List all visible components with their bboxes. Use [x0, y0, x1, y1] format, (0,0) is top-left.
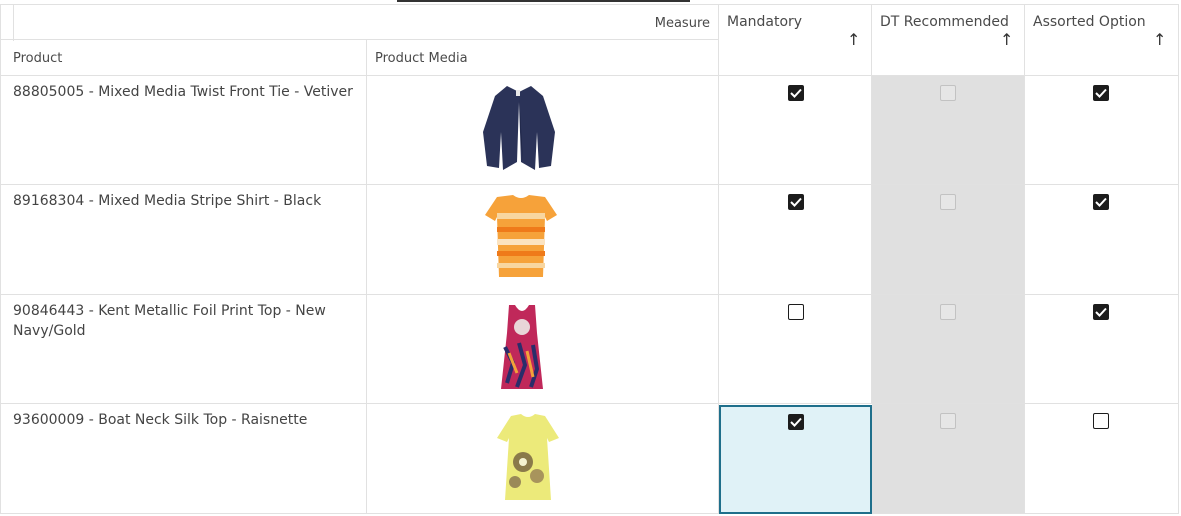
assorted-option-checkbox[interactable]	[1093, 85, 1109, 101]
assorted-option-checkbox[interactable]	[1093, 413, 1109, 429]
assorted-option-checkbox[interactable]	[1093, 304, 1109, 320]
dt-recommended-cell	[872, 76, 1025, 185]
media-column-header[interactable]: Product Media	[367, 40, 719, 76]
mandatory-column-header[interactable]: Mandatory ↑	[719, 4, 872, 76]
assorted-option-cell[interactable]	[1025, 185, 1179, 295]
dt-recommended-column-header[interactable]: DT Recommended ↑	[872, 4, 1025, 76]
mandatory-cell[interactable]	[719, 185, 872, 295]
product-media-cell	[367, 295, 719, 404]
product-cell: 89168304 - Mixed Media Stripe Shirt - Bl…	[0, 185, 367, 295]
arrow-up-icon[interactable]: ↑	[847, 30, 860, 49]
mandatory-cell[interactable]	[719, 76, 872, 185]
mandatory-cell[interactable]	[719, 295, 872, 404]
arrow-up-icon[interactable]: ↑	[1000, 30, 1013, 49]
mandatory-checkbox[interactable]	[788, 304, 804, 320]
scroll-indicator	[397, 0, 690, 2]
dt-recommended-cell	[872, 295, 1025, 404]
checkmark-icon	[790, 197, 802, 207]
media-column-label: Product Media	[375, 51, 468, 66]
assorted-option-cell[interactable]	[1025, 404, 1179, 514]
product-name: 89168304 - Mixed Media Stripe Shirt - Bl…	[13, 193, 322, 209]
checkmark-icon	[790, 417, 802, 427]
measure-header: Measure	[0, 4, 719, 41]
measure-label: Measure	[654, 16, 710, 31]
product-name: 93600009 - Boat Neck Silk Top - Raisnett…	[13, 412, 308, 428]
product-media-cell	[367, 404, 719, 514]
mandatory-column-label: Mandatory	[727, 14, 803, 30]
dt-recommended-column-label: DT Recommended	[880, 14, 1009, 30]
dt-recommended-cell	[872, 404, 1025, 514]
product-name: 90846443 - Kent Metallic Foil Print Top …	[13, 303, 326, 339]
mandatory-checkbox[interactable]	[788, 414, 804, 430]
assorted-option-cell[interactable]	[1025, 295, 1179, 404]
assorted-option-column-label: Assorted Option	[1033, 14, 1146, 30]
product-media-cell	[367, 76, 719, 185]
checkmark-icon	[1095, 88, 1107, 98]
patterned-tank-top-image	[501, 305, 543, 389]
product-cell: 90846443 - Kent Metallic Foil Print Top …	[0, 295, 367, 404]
assorted-option-checkbox[interactable]	[1093, 194, 1109, 210]
assorted-option-column-header[interactable]: Assorted Option ↑	[1025, 4, 1179, 76]
checkmark-icon	[1095, 307, 1107, 317]
mandatory-cell-selected[interactable]	[719, 405, 872, 514]
checkmark-icon	[790, 88, 802, 98]
assorted-option-cell[interactable]	[1025, 76, 1179, 185]
product-column-label: Product	[13, 51, 63, 66]
orange-striped-shirt-image	[485, 195, 557, 277]
navy-cardigan-image	[483, 86, 555, 170]
corner-divider	[13, 5, 14, 41]
arrow-up-icon[interactable]: ↑	[1153, 30, 1166, 49]
checkmark-icon	[1095, 197, 1107, 207]
mandatory-checkbox[interactable]	[788, 85, 804, 101]
product-name: 88805005 - Mixed Media Twist Front Tie -…	[13, 84, 353, 100]
dt-recommended-checkbox	[940, 413, 956, 429]
yellow-floral-top-image	[497, 414, 559, 500]
product-cell: 93600009 - Boat Neck Silk Top - Raisnett…	[0, 404, 367, 514]
dt-recommended-checkbox	[940, 85, 956, 101]
dt-recommended-cell	[872, 185, 1025, 295]
product-cell: 88805005 - Mixed Media Twist Front Tie -…	[0, 76, 367, 185]
product-column-header[interactable]: Product	[0, 40, 367, 76]
dt-recommended-checkbox	[940, 194, 956, 210]
assortment-grid: Measure Product Product Media Mandatory …	[0, 0, 1181, 516]
mandatory-checkbox[interactable]	[788, 194, 804, 210]
product-media-cell	[367, 185, 719, 295]
dt-recommended-checkbox	[940, 304, 956, 320]
